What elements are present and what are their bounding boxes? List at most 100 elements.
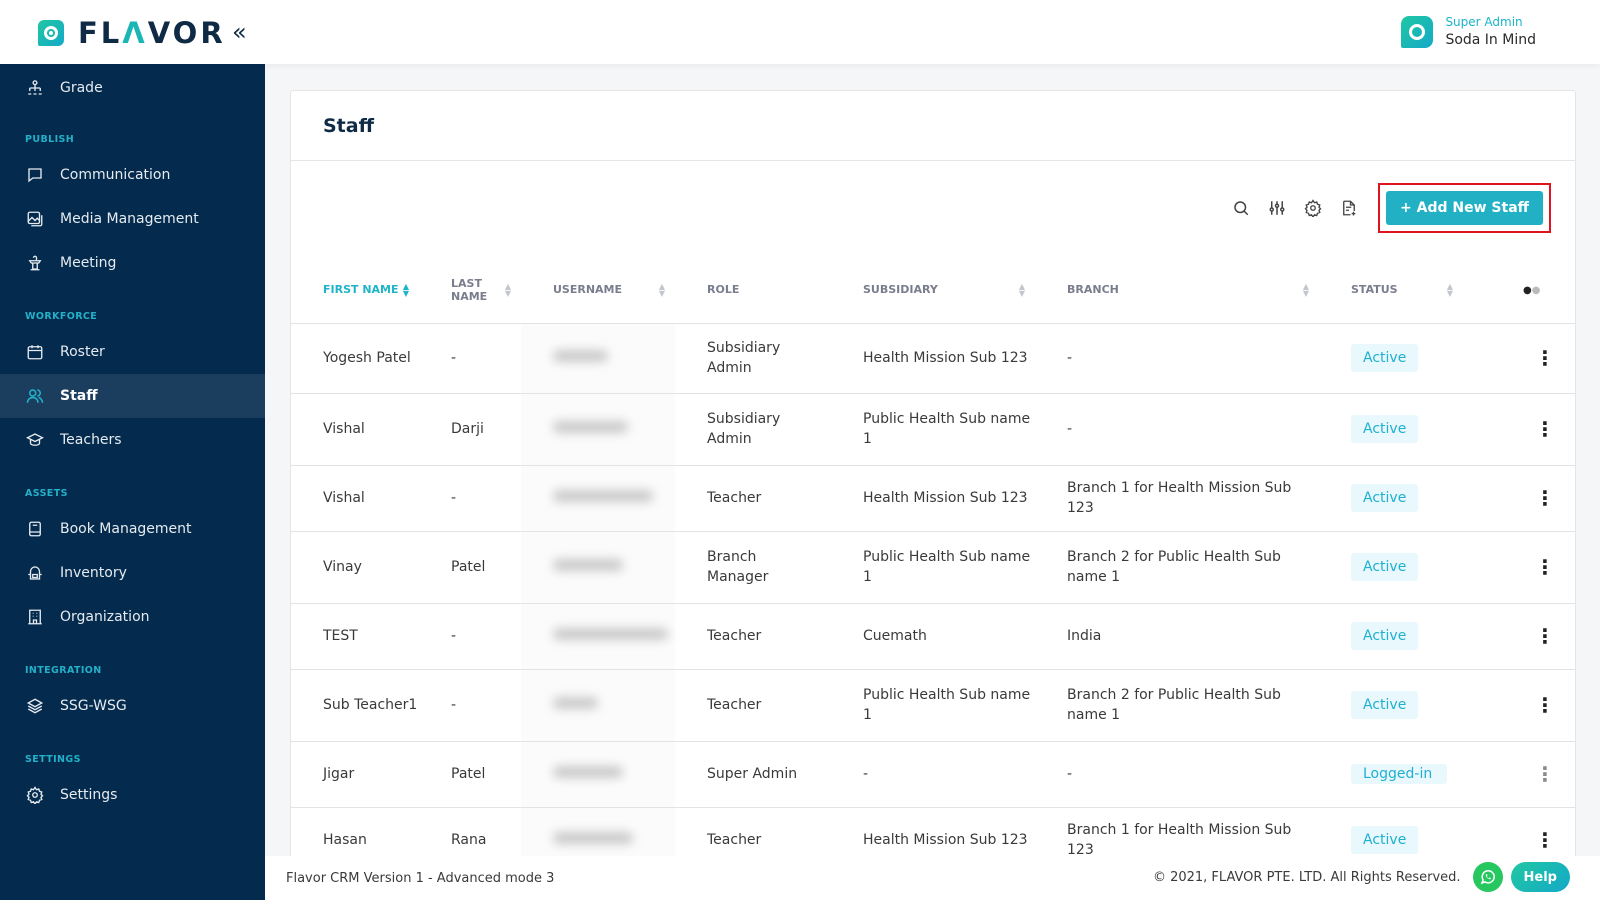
sidebar-item-ssg-wsg[interactable]: SSG-WSG — [0, 684, 265, 728]
cell-actions: ⋮ — [1463, 392, 1575, 465]
cell-status: Active — [1319, 322, 1463, 393]
sidebar-item-staff[interactable]: Staff — [0, 374, 265, 418]
cell-last-name: Patel — [419, 740, 521, 807]
cell-role: Teacher — [675, 806, 831, 859]
building-icon — [25, 607, 45, 627]
column-header-status[interactable]: STATUS ▲ ▼ — [1319, 257, 1463, 323]
cell-username — [521, 602, 675, 669]
export-file-icon[interactable] — [1338, 197, 1360, 219]
sidebar-item-media-management[interactable]: Media Management — [0, 197, 265, 241]
card-header: Staff — [291, 91, 1575, 161]
top-bar: FLΛVOR « Super Admin Soda In Mind — [0, 0, 1600, 64]
search-icon[interactable] — [1230, 197, 1252, 219]
sort-icon[interactable]: ▲ ▼ — [505, 282, 511, 297]
cell-status: Active — [1319, 392, 1463, 465]
column-header-username[interactable]: USERNAME ▲ ▼ — [521, 257, 675, 323]
table-row[interactable]: Vishal - Teacher Health Mission Sub 123 Bran… — [291, 464, 1575, 531]
page-title: Staff — [323, 114, 374, 137]
row-actions-kebab-icon[interactable]: ⋮ — [1513, 764, 1575, 784]
column-header-role: ROLE — [707, 283, 740, 297]
sidebar-item-meeting[interactable]: Meeting — [0, 241, 265, 285]
version-text: Flavor CRM Version 1 - Advanced mode 3 — [286, 870, 555, 886]
sort-icon[interactable]: ▲ ▼ — [1019, 282, 1025, 297]
section-settings: SETTINGS — [25, 754, 81, 765]
cell-branch: - — [1035, 740, 1319, 807]
table-row[interactable]: Vishal Darji Subsidiary Admin Public Health… — [291, 392, 1575, 465]
sidebar-item-grade[interactable]: Grade — [0, 66, 265, 110]
cell-role: Teacher — [675, 602, 831, 669]
cell-last-name: - — [419, 602, 521, 669]
row-actions-kebab-icon[interactable]: ⋮ — [1513, 488, 1575, 508]
cell-first-name: Vishal — [291, 464, 419, 531]
row-actions-kebab-icon[interactable]: ⋮ — [1513, 348, 1575, 368]
help-button[interactable]: Help — [1510, 862, 1570, 892]
cell-username — [521, 740, 675, 807]
sort-icon[interactable]: ▲ ▼ — [659, 282, 665, 297]
podium-icon — [25, 253, 45, 273]
filter-sliders-icon[interactable] — [1266, 197, 1288, 219]
sidebar-item-label: Meeting — [60, 255, 117, 271]
cell-username — [521, 392, 675, 465]
user-profile[interactable]: Super Admin Soda In Mind — [1401, 14, 1536, 50]
sidebar-item-inventory[interactable]: Inventory — [0, 551, 265, 595]
sort-icon[interactable]: ▲ ▼ — [1303, 282, 1309, 297]
cell-last-name: - — [419, 464, 521, 531]
avatar — [1401, 16, 1434, 48]
column-header-last-name[interactable]: LAST NAME ▲ ▼ — [419, 257, 521, 323]
sidebar-item-label: Grade — [60, 80, 103, 96]
sidebar-item-label: Teachers — [60, 432, 122, 448]
table-row[interactable]: Hasan Rana Teacher Health Mission Sub 123 Br… — [291, 806, 1575, 859]
username-redacted — [553, 628, 668, 640]
sidebar-item-teachers[interactable]: Teachers — [0, 418, 265, 462]
cell-branch: Branch 1 for Health Mission Sub 123 — [1035, 464, 1319, 531]
row-actions-kebab-icon[interactable]: ⋮ — [1513, 626, 1575, 646]
gear-icon[interactable] — [1302, 197, 1324, 219]
double-chevron-left-icon: « — [232, 18, 247, 46]
sidebar-item-label: Inventory — [60, 565, 127, 581]
collapse-sidebar-button[interactable]: « — [232, 18, 247, 46]
staff-card: Staff + Add New Staff FIRST NAME ▲ ▼ LAST … — [290, 90, 1576, 860]
section-publish: PUBLISH — [25, 134, 75, 145]
table-row[interactable]: Jigar Patel Super Admin - - Logged-in ⋮ — [291, 740, 1575, 807]
table-row[interactable]: Sub Teacher1- Teacher Public Health Sub na… — [291, 668, 1575, 741]
row-actions-kebab-icon[interactable]: ⋮ — [1513, 419, 1575, 439]
column-header-subsidiary[interactable]: SUBSIDIARY ▲ ▼ — [831, 257, 1035, 323]
sidebar-item-settings[interactable]: Settings — [0, 773, 265, 817]
sidebar-item-label: Book Management — [60, 521, 192, 537]
sidebar-item-roster[interactable]: Roster — [0, 330, 265, 374]
row-actions-kebab-icon[interactable]: ⋮ — [1513, 695, 1575, 715]
column-toggle-icon[interactable]: ●● — [1523, 285, 1540, 296]
column-toggle[interactable]: ●● — [1463, 257, 1575, 323]
username-redacted — [553, 350, 608, 362]
sidebar-item-organization[interactable]: Organization — [0, 595, 265, 639]
cell-role: Subsidiary Admin — [675, 392, 831, 465]
column-header-branch[interactable]: BRANCH ▲ ▼ — [1035, 257, 1319, 323]
whatsapp-button[interactable] — [1472, 862, 1503, 892]
footer: Flavor CRM Version 1 - Advanced mode 3 ©… — [265, 856, 1600, 900]
cell-first-name: Vishal — [291, 392, 419, 465]
sort-icon[interactable]: ▲ ▼ — [403, 282, 409, 297]
sidebar-item-label: Organization — [60, 609, 150, 625]
column-header-first-name[interactable]: FIRST NAME ▲ ▼ — [291, 257, 419, 323]
sidebar-item-label: Settings — [60, 787, 118, 803]
book-icon — [25, 519, 45, 539]
hierarchy-icon — [25, 78, 45, 98]
row-actions-kebab-icon[interactable]: ⋮ — [1513, 557, 1575, 577]
username-redacted — [553, 832, 633, 845]
brand-logo[interactable]: FLΛVOR — [38, 16, 226, 50]
table-row[interactable]: TEST - Teacher Cuemath India Active ⋮ — [291, 602, 1575, 669]
users-icon — [25, 386, 45, 406]
sidebar-item-book-management[interactable]: Book Management — [0, 507, 265, 551]
table-row[interactable]: Vinay Patel Branch Manager Public Health Su… — [291, 530, 1575, 603]
sidebar-item-communication[interactable]: Communication — [0, 153, 265, 197]
cell-username — [521, 322, 675, 393]
sort-icon[interactable]: ▲ ▼ — [1447, 282, 1453, 297]
add-new-staff-button[interactable]: + Add New Staff — [1386, 191, 1543, 225]
cell-first-name: TEST — [291, 602, 419, 669]
cell-actions: ⋮ — [1463, 806, 1575, 859]
table-row[interactable]: Yogesh Patel - Subsidiary Admin Health Miss… — [291, 322, 1575, 393]
row-actions-kebab-icon[interactable]: ⋮ — [1513, 830, 1575, 850]
cell-last-name: - — [419, 668, 521, 741]
cell-first-name: Vinay — [291, 530, 419, 603]
cell-actions: ⋮ — [1463, 740, 1575, 807]
